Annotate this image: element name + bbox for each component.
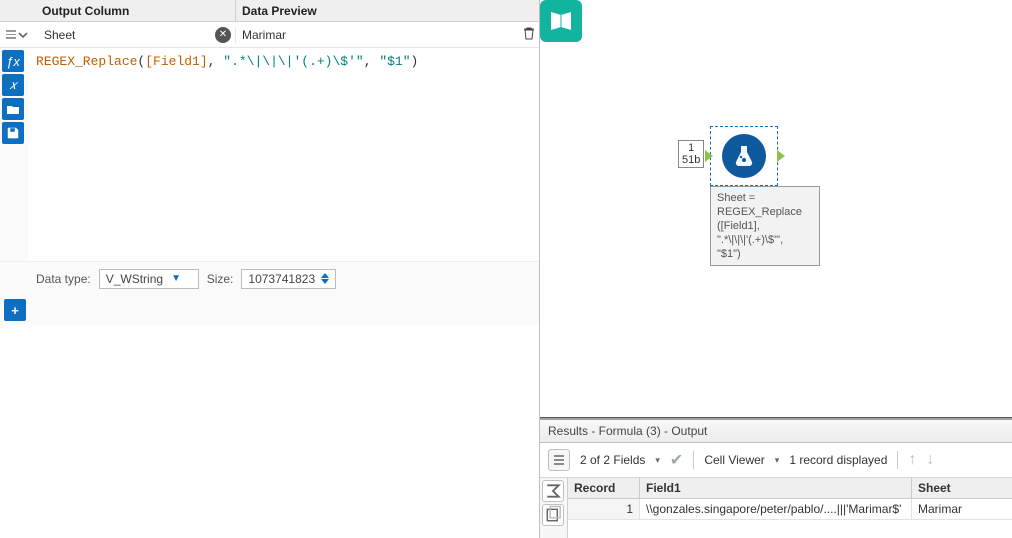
size-input[interactable]: 1073741823: [241, 269, 336, 289]
cell-field1: \\gonzales.singapore/peter/pablo/....|||…: [640, 499, 912, 519]
nav-down-icon[interactable]: ↓: [926, 451, 934, 469]
cell-viewer-dropdown-icon[interactable]: ▾: [775, 455, 780, 466]
header-data-preview: Data Preview: [236, 0, 519, 22]
delete-row-icon[interactable]: [519, 26, 539, 43]
formula-tool-node[interactable]: [710, 126, 778, 186]
expression-toolbar: ƒx 𝑥: [0, 48, 28, 261]
workflow-canvas[interactable]: 1 51b Sheet = REGEX_Replace ([Field1], "…: [540, 0, 1012, 418]
header-output-column: Output Column: [36, 0, 236, 22]
table-row[interactable]: 1 \\gonzales.singapore/peter/pablo/....|…: [568, 499, 1012, 520]
collapse-toggle-icon[interactable]: [16, 28, 30, 42]
cell-viewer-label: Cell Viewer: [704, 453, 764, 467]
preview-value: Marimar: [236, 28, 519, 42]
clear-output-icon[interactable]: ✕: [215, 27, 231, 43]
sum-button[interactable]: [542, 480, 564, 502]
expression-editor[interactable]: REGEX_Replace([Field1], ".*\|\|\|'(.+)\$…: [28, 48, 539, 261]
col-header-sheet[interactable]: Sheet: [912, 478, 1012, 498]
output-column-select[interactable]: Sheet ✕: [36, 27, 236, 43]
grid-side-toolbar: [540, 478, 568, 538]
separator: [693, 451, 694, 469]
size-stepper[interactable]: [321, 273, 329, 284]
datatype-value: V_WString: [106, 272, 163, 286]
stepper-down-icon[interactable]: [321, 279, 329, 284]
records-displayed-text: 1 record displayed: [789, 453, 887, 467]
save-button[interactable]: [2, 122, 24, 144]
size-value: 1073741823: [248, 272, 315, 286]
col-header-field1[interactable]: Field1: [640, 478, 912, 498]
drag-handle-icon[interactable]: [6, 30, 16, 39]
datatype-select[interactable]: V_WString ▼: [99, 269, 199, 289]
fields-count-text: 2 of 2 Fields: [580, 453, 645, 467]
variable-button[interactable]: 𝑥: [2, 74, 24, 96]
stepper-up-icon[interactable]: [321, 273, 329, 278]
fx-button[interactable]: ƒx: [2, 50, 24, 72]
node-annotation: Sheet = REGEX_Replace ([Field1], ".*\|\|…: [710, 186, 820, 266]
config-panel: Output Column Data Preview Sheet ✕ Marim…: [0, 0, 540, 538]
config-header: Output Column Data Preview: [0, 0, 539, 22]
table-header: Record Field1 Sheet: [568, 478, 1012, 499]
output-column-value: Sheet: [40, 28, 215, 42]
right-panel: 1 51b Sheet = REGEX_Replace ([Field1], "…: [540, 0, 1012, 538]
nav-up-icon[interactable]: ↑: [908, 451, 916, 469]
col-header-record[interactable]: Record: [568, 478, 640, 498]
folder-button[interactable]: [2, 98, 24, 120]
column-row: Sheet ✕ Marimar: [0, 22, 539, 48]
input-tool-node[interactable]: [540, 0, 582, 42]
actions-menu-button[interactable]: [548, 449, 570, 471]
datatype-label: Data type:: [36, 272, 91, 286]
cell-sheet: Marimar: [912, 499, 1012, 519]
apply-icon[interactable]: ✔: [670, 450, 683, 470]
size-label: Size:: [207, 272, 234, 286]
datatype-row: Data type: V_WString ▼ Size: 1073741823: [0, 261, 539, 295]
input-anchor-icon[interactable]: [705, 150, 713, 162]
fields-dropdown-icon[interactable]: ▾: [655, 455, 660, 466]
results-toolbar: 2 of 2 Fields ▾ ✔ Cell Viewer ▾ 1 record…: [540, 443, 1012, 478]
add-expression-button[interactable]: +: [4, 299, 26, 321]
cell-record: 1: [568, 499, 640, 519]
chevron-down-icon: ▼: [171, 273, 181, 284]
copy-button[interactable]: [542, 504, 564, 526]
results-title: Results - Formula (3) - Output: [540, 420, 1012, 443]
connection-meta: 1 51b: [678, 140, 704, 168]
results-panel: Results - Formula (3) - Output 2 of 2 Fi…: [540, 418, 1012, 538]
results-table: Record Field1 Sheet 1 \\gonzales.singapo…: [568, 478, 1012, 538]
output-anchor-icon[interactable]: [777, 150, 785, 162]
separator: [897, 451, 898, 469]
formula-icon: [722, 134, 766, 178]
